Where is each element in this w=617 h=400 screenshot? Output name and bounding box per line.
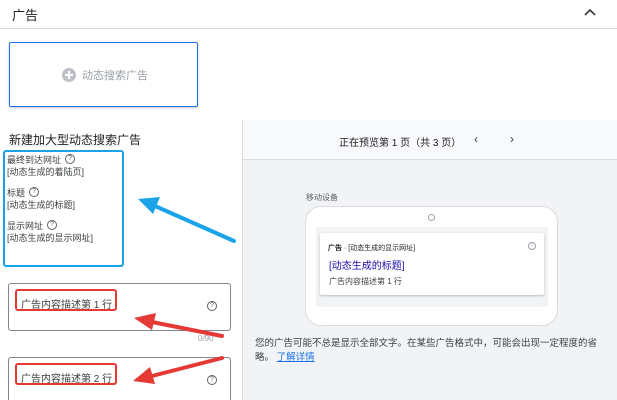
headline-value: [动态生成的标题] <box>7 200 76 210</box>
info-icon[interactable]: i <box>528 242 536 250</box>
help-icon[interactable]: ? <box>47 220 58 230</box>
preview-note: 您的广告可能不总是显示全部文字。在某些广告格式中，可能会出现一定程度的省略。 了… <box>255 337 607 365</box>
section-title: 广告 <box>12 8 39 23</box>
ad-headline[interactable]: [动态生成的标题] <box>329 257 405 272</box>
ad-badge: 广告 <box>328 245 342 252</box>
description-line-2-input[interactable]: 广告内容描述第 2 行 ? <box>8 357 231 400</box>
character-counter: 0/90 <box>198 334 214 343</box>
blue-arrow <box>138 197 236 243</box>
help-icon[interactable]: ? <box>65 154 76 164</box>
dynamic-fields: 最终到达网址 ? [动态生成的着陆页] 标题 ? [动态生成的标题] 显示网址 … <box>7 153 123 252</box>
preview-toolbar: 正在预览第 1 页（共 3 页） ‹ › <box>243 120 617 160</box>
section-header: 广告 <box>0 0 617 29</box>
plus-circle-icon <box>62 68 76 82</box>
display-url-value: [动态生成的显示网址] <box>7 233 94 243</box>
ad-card-label: 动态搜索广告 <box>82 70 148 82</box>
help-icon[interactable]: ? <box>207 375 217 385</box>
help-icon[interactable]: ? <box>207 301 217 311</box>
description-line-2-placeholder: 广告内容描述第 2 行 <box>21 374 113 385</box>
phone-frame: 广告 · [动态生成的显示网址] i [动态生成的标题] 广告内容描述第 1 行 <box>305 206 558 326</box>
chevron-up-icon[interactable] <box>581 4 599 22</box>
ad-description: 广告内容描述第 1 行 <box>329 277 402 286</box>
description-line-1-input[interactable]: 广告内容描述第 1 行 ? <box>8 283 231 331</box>
ad-display-url: [动态生成的显示网址] <box>348 245 416 252</box>
phone-camera-icon <box>428 214 435 221</box>
device-label: 移动设备 <box>306 193 338 202</box>
dynamic-search-ad-card[interactable]: 动态搜索广告 <box>9 42 198 107</box>
final-url-value: [动态生成的着陆页] <box>7 167 85 177</box>
form-title: 新建加大型动态搜索广告 <box>9 133 142 147</box>
final-url-label: 最终到达网址 <box>7 154 62 165</box>
description-line-1-placeholder: 广告内容描述第 1 行 <box>21 300 113 311</box>
help-icon[interactable]: ? <box>29 187 40 197</box>
headline-label: 标题 <box>7 187 26 198</box>
phone-screen: 广告 · [动态生成的显示网址] i [动态生成的标题] 广告内容描述第 1 行 <box>316 227 548 307</box>
chevron-right-icon[interactable]: › <box>505 132 519 146</box>
chevron-left-icon[interactable]: ‹ <box>469 132 483 146</box>
learn-more-link[interactable]: 了解详情 <box>277 352 315 363</box>
display-url-label: 显示网址 <box>7 220 44 231</box>
preview-page-indicator: 正在预览第 1 页（共 3 页） <box>339 138 462 149</box>
ad-preview-card: 广告 · [动态生成的显示网址] i [动态生成的标题] 广告内容描述第 1 行 <box>320 233 544 295</box>
